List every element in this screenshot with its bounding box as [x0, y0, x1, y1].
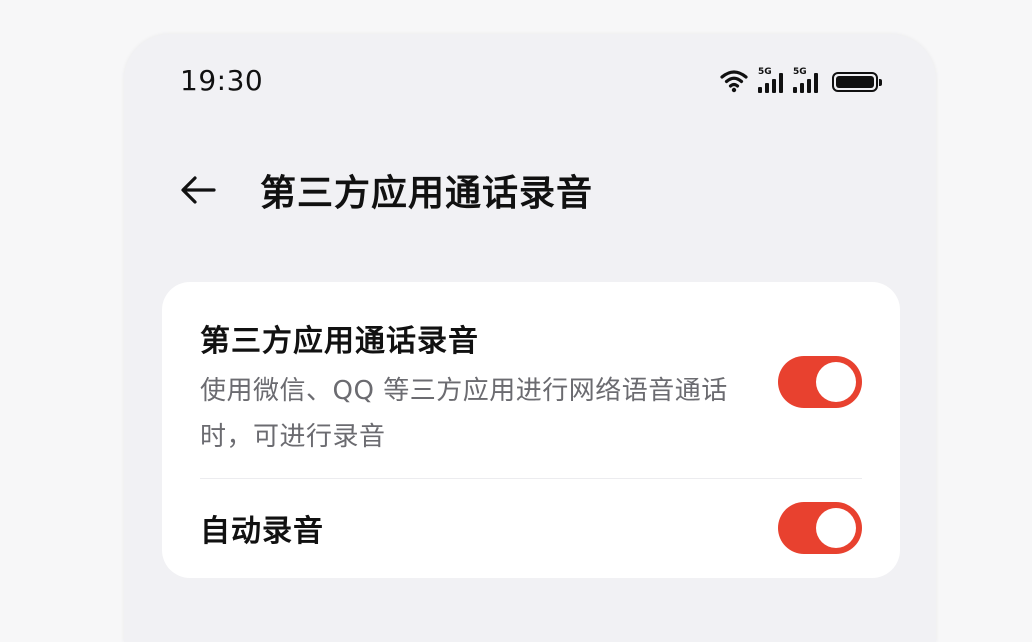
settings-card: 第三方应用通话录音 使用微信、QQ 等三方应用进行网络语音通话时，可进行录音 自…	[162, 282, 900, 578]
setting-description: 使用微信、QQ 等三方应用进行网络语音通话时，可进行录音	[200, 376, 728, 452]
battery-icon	[832, 72, 882, 92]
auto-recording-toggle[interactable]	[778, 502, 862, 554]
wifi-icon	[720, 70, 748, 93]
setting-row-third-party-recording[interactable]: 第三方应用通话录音 使用微信、QQ 等三方应用进行网络语音通话时，可进行录音	[162, 282, 900, 478]
page-header: 第三方应用通话录音	[124, 154, 936, 224]
setting-title: 第三方应用通话录音	[200, 324, 479, 359]
arrow-left-icon[interactable]	[176, 168, 220, 212]
page-title: 第三方应用通话录音	[260, 173, 594, 214]
status-time: 19:30	[180, 64, 264, 97]
third-party-recording-toggle[interactable]	[778, 356, 862, 408]
toggle-knob	[816, 362, 856, 402]
signal-5g-icon: 5G	[793, 67, 818, 93]
signal-5g-icon: 5G	[758, 67, 783, 93]
setting-row-auto-recording[interactable]: 自动录音	[162, 478, 900, 578]
toggle-knob	[816, 508, 856, 548]
network-tag: 5G	[793, 67, 807, 77]
phone-screen: 19:30 5G 5G 第三方应用通话录音 第三方应用通话录音 使用微信、QQ …	[124, 34, 936, 642]
network-tag: 5G	[758, 67, 772, 77]
status-icons: 5G 5G	[720, 67, 882, 93]
setting-title: 自动录音	[200, 514, 324, 549]
status-bar: 19:30 5G 5G	[124, 34, 936, 130]
